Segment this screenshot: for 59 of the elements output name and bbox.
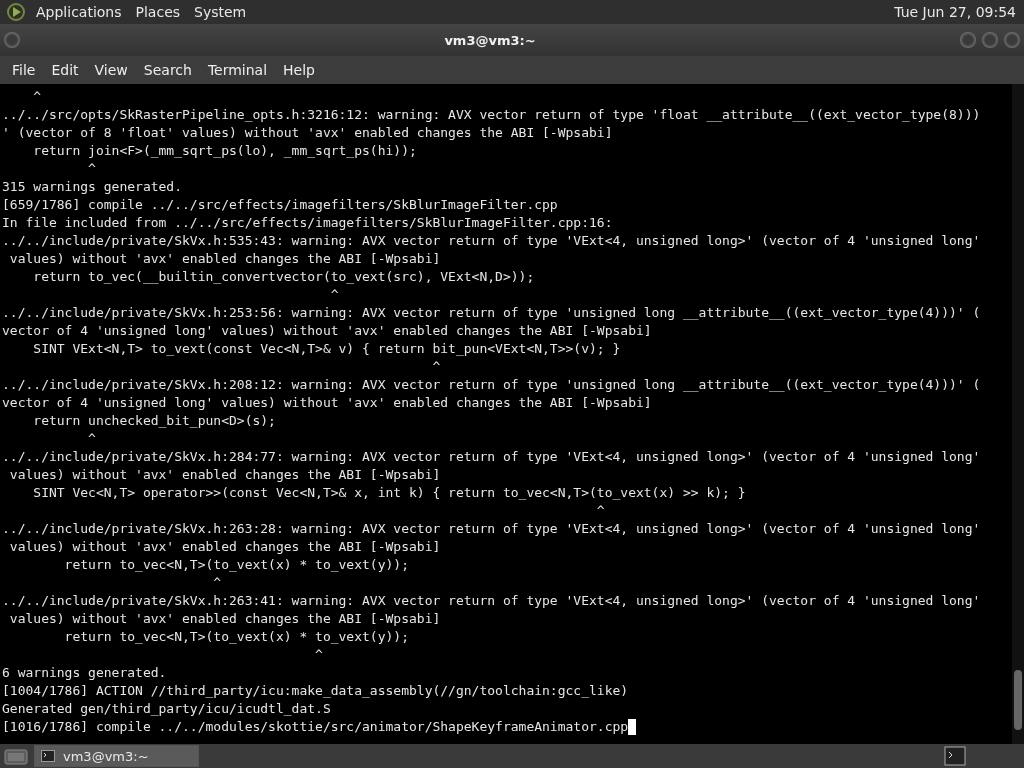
- terminal-line: ^: [314, 646, 323, 664]
- terminal-line: return to_vec<N,T>(to_vext(x) * to_vext(y));: [63, 628, 409, 646]
- terminal-line: ../../include/private/SkVx.h:208:12: warning: AVX vector return of type 'unsigned long __attribute__((ext_vector_type(4)))' (: [2, 376, 981, 394]
- menu-item[interactable]: Help: [275, 60, 323, 80]
- terminal-line: [659/1786] compile ../../src/effects/imagefilters/SkBlurImageFilter.cpp: [2, 196, 558, 214]
- window-menu-button[interactable]: [4, 32, 20, 48]
- terminal-line: [1004/1786] ACTION //third_party/icu:make_data_assembly(//gn/toolchain:gcc_like): [2, 682, 629, 700]
- terminal-line: return to_vec<N,T>(to_vext(x) * to_vext(y));: [63, 556, 409, 574]
- menu-item[interactable]: Edit: [43, 60, 87, 80]
- terminal-line: SINT Vec<N,T> operator>>(const Vec<N,T>& x, int k) { return to_vec<N,T>(to_vext(x) >> k); }: [32, 484, 746, 502]
- terminal-line: ../../include/private/SkVx.h:253:56: warning: AVX vector return of type 'unsigned long __attribute__((ext_vector_type(4)))' (: [2, 304, 981, 322]
- terminal-line: ^: [431, 358, 441, 376]
- scrollbar[interactable]: [1012, 84, 1024, 744]
- terminal-icon: [41, 750, 55, 762]
- terminal-icon[interactable]: [944, 746, 966, 766]
- scrollbar-thumb[interactable]: [1014, 670, 1022, 730]
- terminal-line: ../../include/private/SkVx.h:263:28: warning: AVX vector return of type 'VExt<4, unsigned long>' (vector of 4 'unsigned long': [2, 520, 981, 538]
- play-logo-icon[interactable]: [6, 2, 26, 22]
- terminal-line: ^: [595, 502, 605, 520]
- terminal-line: values) without 'avx' enabled changes the ABI [-Wpsabi]: [8, 610, 441, 628]
- terminal-line: ^: [212, 574, 222, 592]
- terminal-line: Generated gen/third_party/icu/icudtl_dat.S: [2, 700, 331, 718]
- clock[interactable]: Tue Jun 27, 09:54: [894, 4, 1016, 20]
- panel-menu[interactable]: System: [194, 4, 247, 20]
- menu-item[interactable]: View: [86, 60, 136, 80]
- terminal-line: return unchecked_bit_pun<D>(s);: [32, 412, 276, 430]
- terminal-line: values) without 'avx' enabled changes the ABI [-Wpsabi]: [8, 250, 441, 268]
- terminal-line: [1016/1786] compile ../../modules/skottie/src/animator/ShapeKeyframeAnimator.cpp: [2, 718, 629, 736]
- menu-item[interactable]: Terminal: [199, 60, 276, 80]
- menu-item[interactable]: File: [4, 60, 44, 80]
- terminal-line: ^: [32, 88, 42, 106]
- terminal-line: ../../src/opts/SkRasterPipeline_opts.h:3216:12: warning: AVX vector return of type 'float __attribute__((ext_vector_type(8))): [2, 106, 981, 124]
- maximize-button[interactable]: [982, 32, 998, 48]
- close-button[interactable]: [1004, 32, 1020, 48]
- minimize-button[interactable]: [960, 32, 976, 48]
- terminal-line: ^: [87, 160, 96, 178]
- terminal-line: vector of 4 'unsigned long' values) without 'avx' enabled changes the ABI [-Wpsabi]: [2, 394, 652, 412]
- terminal-line: ../../include/private/SkVx.h:263:41: warning: AVX vector return of type 'VExt<4, unsigned long>' (vector of 4 'unsigned long': [2, 592, 981, 610]
- text-cursor: [628, 719, 637, 735]
- terminal-line: vector of 4 'unsigned long' values) without 'avx' enabled changes the ABI [-Wpsabi]: [2, 322, 652, 340]
- terminal-line: return join<F>(_mm_sqrt_ps(lo), _mm_sqrt_ps(hi));: [32, 142, 417, 160]
- terminal-line: values) without 'avx' enabled changes the ABI [-Wpsabi]: [8, 466, 441, 484]
- terminal-line: return to_vec(__builtin_convertvector(to_vext(src), VExt<N,D>));: [32, 268, 535, 286]
- terminal-line: values) without 'avx' enabled changes the ABI [-Wpsabi]: [8, 538, 441, 556]
- terminal-line: SINT VExt<N,T> to_vext(const Vec<N,T>& v) { return bit_pun<VExt<N,T>>(v); }: [32, 340, 621, 358]
- terminal-line: In file included from ../../src/effects/imagefilters/SkBlurImageFilter.cpp:16:: [2, 214, 613, 232]
- taskbar-button[interactable]: vm3@vm3:~: [34, 745, 199, 767]
- terminal-line: 6 warnings generated.: [2, 664, 167, 682]
- terminal-line: ../../include/private/SkVx.h:284:77: warning: AVX vector return of type 'VExt<4, unsigned long>' (vector of 4 'unsigned long': [2, 448, 981, 466]
- terminal-line: ' (vector of 8 'float' values) without 'avx' enabled changes the ABI [-Wpsabi]: [2, 124, 613, 142]
- terminal-line: ^: [329, 286, 339, 304]
- desktop-icon[interactable]: [4, 747, 28, 765]
- menu-item[interactable]: Search: [135, 60, 200, 80]
- terminal-line: 315 warnings generated.: [2, 178, 182, 196]
- terminal-line: ../../include/private/SkVx.h:535:43: warning: AVX vector return of type 'VExt<4, unsigned long>' (vector of 4 'unsigned long': [2, 232, 981, 250]
- panel-menu[interactable]: Applications: [36, 4, 122, 20]
- window-title: vm3@vm3:~: [443, 32, 537, 48]
- panel-menu[interactable]: Places: [135, 4, 181, 20]
- terminal-line: ^: [87, 430, 96, 448]
